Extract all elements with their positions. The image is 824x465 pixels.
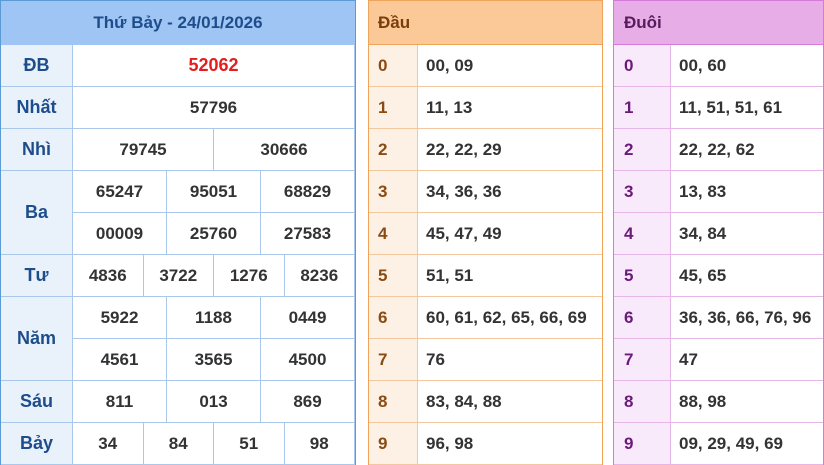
head-digit: 8 — [369, 381, 418, 423]
tail-digit: 8 — [614, 381, 671, 423]
prize-number-tu: 3722 — [143, 255, 214, 297]
prize-number-sau: 869 — [261, 381, 355, 423]
prize-label-bay: Bảy — [1, 423, 73, 465]
head-values: 11, 13 — [418, 87, 602, 129]
prize-number-nam: 4500 — [261, 339, 355, 381]
tail-values: 47 — [671, 339, 823, 381]
prize-number-nhat: 57796 — [73, 87, 355, 129]
prize-number-db: 52062 — [73, 45, 355, 87]
tail-values: 22, 22, 62 — [671, 129, 823, 171]
results-table: Thứ Bảy - 24/01/2026 ĐB 52062 Nhất 57796 Nhì… — [0, 0, 356, 465]
tail-digit: 5 — [614, 255, 671, 297]
head-digit: 7 — [369, 339, 418, 381]
prize-number-nam: 4561 — [73, 339, 167, 381]
prize-number-nam: 0449 — [261, 297, 355, 339]
prize-number-bay: 51 — [214, 423, 285, 465]
prize-number-ba: 25760 — [167, 213, 261, 255]
tail-header: Đuôi — [614, 1, 671, 45]
head-values: 96, 98 — [418, 423, 602, 465]
head-digit: 4 — [369, 213, 418, 255]
prize-label-tu: Tư — [1, 255, 73, 297]
prize-number-nhi: 30666 — [214, 129, 355, 171]
tail-values: 45, 65 — [671, 255, 823, 297]
head-table: Đầu 0 00, 09 1 11, 13 2 22, 22, 29 3 34, 36, 36… — [368, 0, 603, 465]
tail-digit: 2 — [614, 129, 671, 171]
head-digit: 9 — [369, 423, 418, 465]
prize-number-ba: 95051 — [167, 171, 261, 213]
head-digit: 0 — [369, 45, 418, 87]
prize-number-sau: 013 — [167, 381, 261, 423]
head-digit: 5 — [369, 255, 418, 297]
prize-number-nam: 3565 — [167, 339, 261, 381]
tail-digit: 9 — [614, 423, 671, 465]
head-values: 76 — [418, 339, 602, 381]
tail-digit: 3 — [614, 171, 671, 213]
prize-number-ba: 27583 — [261, 213, 355, 255]
prize-number-bay: 84 — [143, 423, 214, 465]
prize-label-nhi: Nhì — [1, 129, 73, 171]
tail-values: 11, 51, 51, 61 — [671, 87, 823, 129]
head-digit: 1 — [369, 87, 418, 129]
head-digit: 6 — [369, 297, 418, 339]
prize-number-ba: 68829 — [261, 171, 355, 213]
tail-values: 88, 98 — [671, 381, 823, 423]
tail-values: 13, 83 — [671, 171, 823, 213]
head-values: 60, 61, 62, 65, 66, 69 — [418, 297, 602, 339]
prize-number-ba: 00009 — [73, 213, 167, 255]
tail-values: 34, 84 — [671, 213, 823, 255]
prize-number-nhi: 79745 — [73, 129, 214, 171]
tail-values: 36, 36, 66, 76, 96 — [671, 297, 823, 339]
prize-number-tu: 4836 — [73, 255, 144, 297]
tail-digit: 1 — [614, 87, 671, 129]
tail-digit: 4 — [614, 213, 671, 255]
head-digit: 2 — [369, 129, 418, 171]
head-values: 51, 51 — [418, 255, 602, 297]
prize-number-ba: 65247 — [73, 171, 167, 213]
tail-values: 09, 29, 49, 69 — [671, 423, 823, 465]
tail-header-blank — [671, 1, 823, 45]
head-values: 45, 47, 49 — [418, 213, 602, 255]
head-header: Đầu — [369, 1, 418, 45]
prize-label-nam: Năm — [1, 297, 73, 381]
prize-label-sau: Sáu — [1, 381, 73, 423]
head-digit: 3 — [369, 171, 418, 213]
prize-number-sau: 811 — [73, 381, 167, 423]
prize-number-bay: 98 — [284, 423, 355, 465]
head-values: 83, 84, 88 — [418, 381, 602, 423]
head-values: 34, 36, 36 — [418, 171, 602, 213]
tail-digit: 7 — [614, 339, 671, 381]
prize-number-nam: 1188 — [167, 297, 261, 339]
prize-label-db: ĐB — [1, 45, 73, 87]
tail-digit: 0 — [614, 45, 671, 87]
prize-label-nhat: Nhất — [1, 87, 73, 129]
head-values: 22, 22, 29 — [418, 129, 602, 171]
results-title: Thứ Bảy - 24/01/2026 — [1, 1, 355, 45]
prize-number-tu: 8236 — [284, 255, 355, 297]
prize-number-nam: 5922 — [73, 297, 167, 339]
prize-number-tu: 1276 — [214, 255, 285, 297]
tail-values: 00, 60 — [671, 45, 823, 87]
prize-number-bay: 34 — [73, 423, 144, 465]
head-values: 00, 09 — [418, 45, 602, 87]
prize-label-ba: Ba — [1, 171, 73, 255]
head-header-blank — [418, 1, 602, 45]
tail-table: Đuôi 0 00, 60 1 11, 51, 51, 61 2 22, 22, 62 3 1… — [613, 0, 824, 465]
tail-digit: 6 — [614, 297, 671, 339]
